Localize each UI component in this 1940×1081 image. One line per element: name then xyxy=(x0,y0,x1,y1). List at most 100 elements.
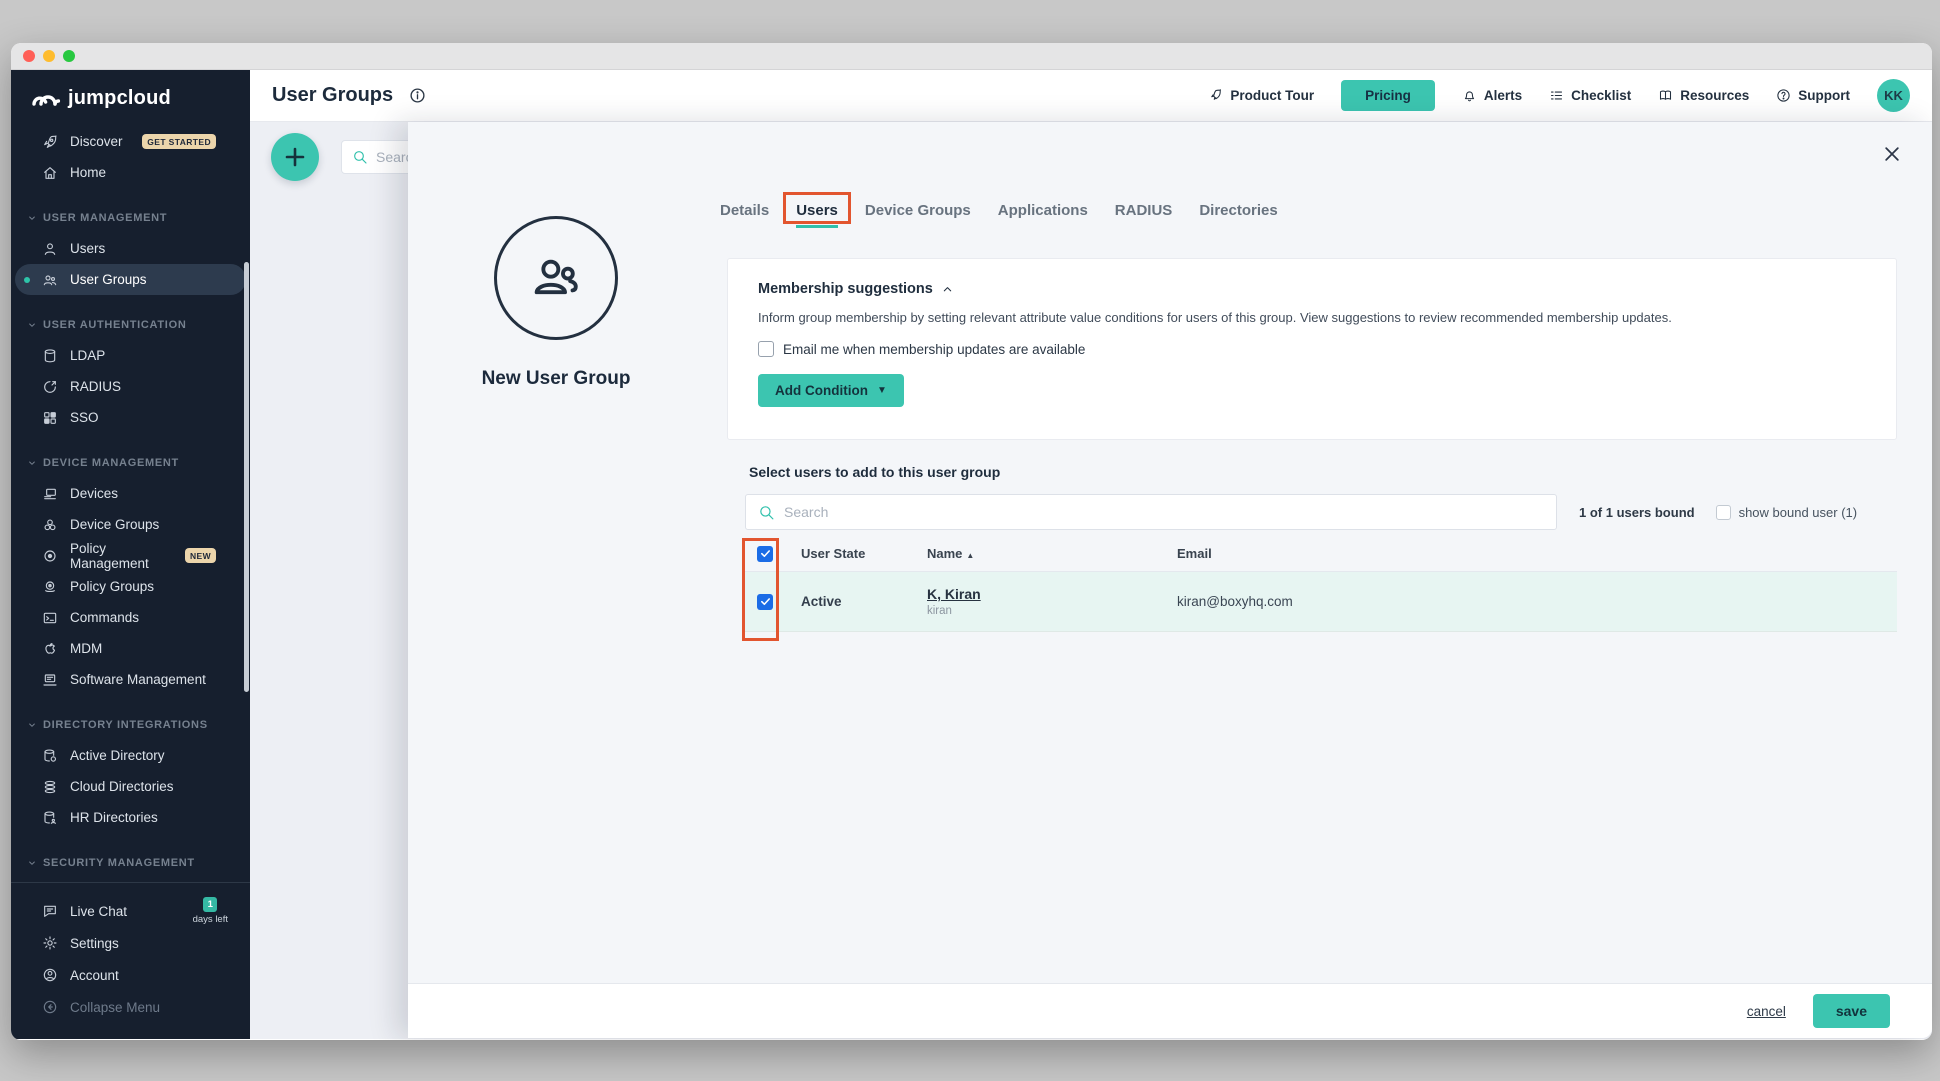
cloud-directories-icon xyxy=(42,779,58,795)
table-row: Active K, Kiran kiran kiran@boxyhq.com xyxy=(745,572,1897,632)
tab-device-groups[interactable]: Device Groups xyxy=(865,202,971,225)
days-left-badge: 1 xyxy=(203,897,217,912)
main-area: User Groups Product Tour Pricing Alerts xyxy=(250,70,1932,1039)
product-tour-icon xyxy=(1208,88,1223,103)
chevron-down-icon xyxy=(28,214,36,222)
sidebar-item-ldap[interactable]: LDAP xyxy=(15,340,246,371)
zoom-window-button[interactable] xyxy=(63,50,75,62)
checklist-button[interactable]: Checklist xyxy=(1549,88,1631,103)
window-titlebar xyxy=(11,43,1932,70)
terminal-icon xyxy=(42,610,58,626)
users-table-header: User State Name▲ Email xyxy=(745,536,1897,572)
section-device-management[interactable]: DEVICE MANAGEMENT xyxy=(11,447,250,478)
users-table: User State Name▲ Email xyxy=(745,536,1897,632)
sidebar-item-commands[interactable]: Commands xyxy=(15,602,246,633)
software-icon xyxy=(42,672,58,688)
section-user-management[interactable]: USER MANAGEMENT xyxy=(11,202,250,233)
email-updates-checkbox[interactable] xyxy=(758,341,774,357)
home-icon xyxy=(42,165,58,181)
sidebar-item-user-groups[interactable]: User Groups xyxy=(15,264,246,295)
section-directory-integrations[interactable]: DIRECTORY INTEGRATIONS xyxy=(11,709,250,740)
resources-button[interactable]: Resources xyxy=(1658,88,1749,103)
membership-suggestions-toggle[interactable]: Membership suggestions xyxy=(758,281,1866,297)
sidebar-item-radius[interactable]: RADIUS xyxy=(15,371,246,402)
page-title: User Groups xyxy=(272,84,393,107)
tab-applications[interactable]: Applications xyxy=(998,202,1088,225)
cancel-button[interactable]: cancel xyxy=(1747,1004,1786,1019)
sidebar-item-collapse-menu[interactable]: Collapse Menu xyxy=(15,991,246,1023)
add-condition-button[interactable]: Add Condition ▼ xyxy=(758,374,904,407)
show-bound-label: show bound user (1) xyxy=(1739,505,1858,520)
new-user-group-panel: New User Group Details Users Device Grou… xyxy=(408,122,1932,1038)
row-select-checkbox[interactable] xyxy=(757,594,773,610)
user-group-icon xyxy=(42,272,58,288)
column-user-state: User State xyxy=(789,546,915,561)
page-header: User Groups Product Tour Pricing Alerts xyxy=(250,70,1932,122)
email-updates-label: Email me when membership updates are ava… xyxy=(783,342,1085,357)
checklist-icon xyxy=(1549,88,1564,103)
chevron-up-icon xyxy=(942,284,953,295)
close-window-button[interactable] xyxy=(23,50,35,62)
select-all-checkbox[interactable] xyxy=(757,546,773,562)
sidebar-item-settings[interactable]: Settings xyxy=(15,927,246,959)
sidebar-item-hr-directories[interactable]: HR Directories xyxy=(15,802,246,833)
tab-directories[interactable]: Directories xyxy=(1199,202,1277,225)
sidebar-item-discover[interactable]: Discover GET STARTED xyxy=(15,126,246,157)
user-state-value: Active xyxy=(789,594,915,609)
pricing-button[interactable]: Pricing xyxy=(1341,80,1435,111)
sidebar-item-device-groups[interactable]: Device Groups xyxy=(15,509,246,540)
sidebar-item-devices[interactable]: Devices xyxy=(15,478,246,509)
section-user-authentication[interactable]: USER AUTHENTICATION xyxy=(11,309,250,340)
tab-radius[interactable]: RADIUS xyxy=(1115,202,1173,225)
rocket-icon xyxy=(42,134,58,150)
jumpcloud-logo: jumpcloud xyxy=(11,70,250,126)
panel-tabs: Details Users Device Groups Applications… xyxy=(720,202,1278,225)
sidebar-scrollbar[interactable] xyxy=(244,262,249,692)
support-button[interactable]: Support xyxy=(1776,88,1850,103)
membership-description: Inform group membership by setting relev… xyxy=(758,310,1866,325)
tab-details[interactable]: Details xyxy=(720,202,769,225)
check-icon xyxy=(760,548,771,559)
add-user-group-button[interactable] xyxy=(271,133,319,181)
search-icon xyxy=(758,504,775,521)
minimize-window-button[interactable] xyxy=(43,50,55,62)
save-button[interactable]: save xyxy=(1813,994,1890,1028)
gear-icon xyxy=(42,935,58,951)
page-content: New User Group Details Users Device Grou… xyxy=(250,122,1932,1038)
user-name-link[interactable]: K, Kiran xyxy=(927,586,1165,602)
alerts-button[interactable]: Alerts xyxy=(1462,88,1522,103)
apple-icon xyxy=(42,641,58,657)
app-window: jumpcloud Discover GET STARTED Home USER… xyxy=(11,43,1932,1040)
sidebar-item-users[interactable]: Users xyxy=(15,233,246,264)
close-icon[interactable] xyxy=(1882,144,1902,169)
sidebar-item-policy-management[interactable]: Policy Management NEW xyxy=(15,540,246,571)
tab-users[interactable]: Users xyxy=(796,202,838,228)
column-email: Email xyxy=(1165,546,1897,561)
column-name[interactable]: Name▲ xyxy=(915,546,1165,561)
group-avatar xyxy=(494,216,618,340)
membership-suggestions-card: Membership suggestions Inform group memb… xyxy=(727,258,1897,440)
bell-icon xyxy=(1462,88,1477,103)
sidebar-item-cloud-directories[interactable]: Cloud Directories xyxy=(15,771,246,802)
product-tour-button[interactable]: Product Tour xyxy=(1208,88,1314,103)
sidebar-item-live-chat[interactable]: Live Chat 1 days left xyxy=(15,895,246,927)
account-icon xyxy=(42,967,58,983)
sidebar-item-sso[interactable]: SSO xyxy=(15,402,246,433)
sidebar-item-policy-groups[interactable]: Policy Groups xyxy=(15,571,246,602)
hr-directories-icon xyxy=(42,810,58,826)
sidebar-item-home[interactable]: Home xyxy=(15,157,246,188)
sort-asc-icon: ▲ xyxy=(966,551,974,560)
sidebar-item-mdm[interactable]: MDM xyxy=(15,633,246,664)
user-search-row: 1 of 1 users bound show bound user (1) xyxy=(745,494,1857,530)
user-group-icon xyxy=(525,247,587,309)
sidebar-item-active-directory[interactable]: Active Directory xyxy=(15,740,246,771)
check-icon xyxy=(760,596,771,607)
section-security-management[interactable]: SECURITY MANAGEMENT xyxy=(11,847,250,878)
user-avatar[interactable]: KK xyxy=(1877,79,1910,112)
username-subtext: kiran xyxy=(927,605,1165,617)
sidebar-item-software-management[interactable]: Software Management xyxy=(15,664,246,695)
show-bound-checkbox[interactable] xyxy=(1716,505,1731,520)
sidebar-item-account[interactable]: Account xyxy=(15,959,246,991)
info-icon[interactable] xyxy=(409,87,426,104)
user-search-input[interactable] xyxy=(784,504,1544,520)
